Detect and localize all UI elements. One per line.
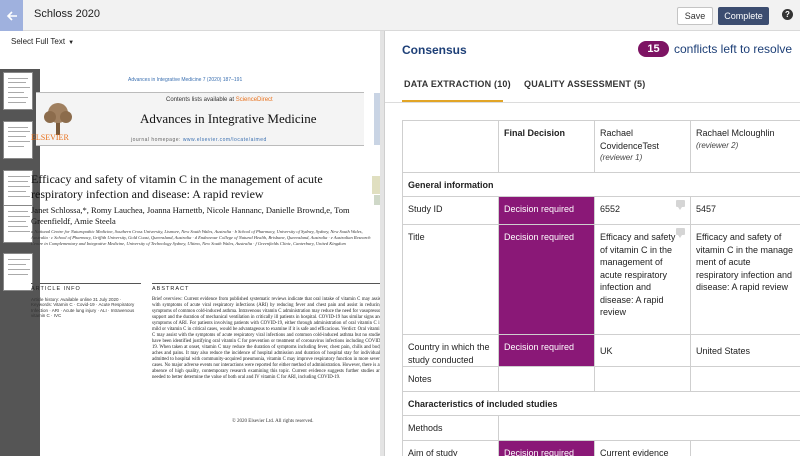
consensus-title: Consensus xyxy=(402,43,467,57)
notes-reviewer-1[interactable] xyxy=(595,367,691,392)
page-thumbnail-4[interactable] xyxy=(3,205,33,243)
title-reviewer-1[interactable]: Efficacy and safety of vitamin C in the … xyxy=(595,225,691,335)
title-label: Title xyxy=(403,225,499,335)
reviewer-1-header: Rachael CovidenceTest (reviewer 1) xyxy=(595,121,691,173)
section-row: Characteristics of included studies xyxy=(403,392,800,416)
reviewer-2-role: (reviewer 2) xyxy=(696,140,739,150)
tab-data-extraction[interactable]: DATA EXTRACTION (10) xyxy=(404,79,511,89)
reviewer-2-header: Rachael Mcloughlin (reviewer 2) xyxy=(691,121,800,173)
page-thumbnail-3[interactable] xyxy=(3,170,33,208)
page-thumbnail-2[interactable] xyxy=(3,121,33,159)
consensus-panel: Consensus 15 conflicts left to resolve D… xyxy=(385,31,800,456)
aim-reviewer-2[interactable] xyxy=(691,441,800,456)
country-reviewer-1[interactable]: UK xyxy=(595,335,691,367)
study-id-reviewer-1[interactable]: 6552 xyxy=(595,197,691,225)
country-decision[interactable]: Decision required xyxy=(499,335,595,367)
notes-decision[interactable] xyxy=(499,367,595,392)
tab-quality-assessment[interactable]: QUALITY ASSESSMENT (5) xyxy=(524,79,645,89)
review-app: Schloss 2020 Save Complete ? Select Full… xyxy=(0,0,800,456)
aim-reviewer-1[interactable]: Current evidence xyxy=(595,441,691,456)
country-label: Country in which the study conducted xyxy=(403,335,499,367)
general-information-heading: General information xyxy=(403,173,800,197)
table-row: Notes xyxy=(403,367,800,392)
table-row: Title Decision required Efficacy and saf… xyxy=(403,225,800,335)
help-icon[interactable]: ? xyxy=(782,9,793,20)
arrow-left-icon xyxy=(6,10,17,21)
comment-icon[interactable] xyxy=(676,200,685,210)
study-id-reviewer-2[interactable]: 5457 xyxy=(691,197,800,225)
characteristics-heading: Characteristics of included studies xyxy=(403,392,800,416)
comment-icon[interactable] xyxy=(676,228,685,238)
reviewer-1-name: Rachael CovidenceTest xyxy=(600,128,660,151)
top-bar: Schloss 2020 Save Complete ? xyxy=(0,0,800,31)
caret-down-icon: ▼ xyxy=(68,40,75,46)
methods-span xyxy=(499,416,800,441)
back-button[interactable] xyxy=(0,0,23,31)
study-id-decision[interactable]: Decision required xyxy=(499,197,595,225)
table-cell xyxy=(403,121,499,173)
methods-label: Methods xyxy=(403,416,499,441)
notes-label: Notes xyxy=(403,367,499,392)
consensus-table: Final Decision Rachael CovidenceTest (re… xyxy=(402,120,800,456)
section-row: General information xyxy=(403,173,800,197)
country-reviewer-2[interactable]: United States xyxy=(691,335,800,367)
select-full-text-label: Select Full Text xyxy=(11,37,66,46)
table-row: Aim of study Decision required Current e… xyxy=(403,441,800,456)
reviewer-1-role: (reviewer 1) xyxy=(600,153,643,162)
tabs-divider xyxy=(385,102,800,103)
select-full-text-dropdown[interactable]: Select Full Text ▼ xyxy=(11,37,74,46)
save-button[interactable]: Save xyxy=(677,7,713,25)
pdf-viewer: Select Full Text ▼ xyxy=(0,31,384,456)
title-reviewer-2[interactable]: Efficacy and safety of vitamin C in the … xyxy=(691,225,800,335)
aim-decision[interactable]: Decision required xyxy=(499,441,595,456)
table-row: Country in which the study conducted Dec… xyxy=(403,335,800,367)
notes-reviewer-2[interactable] xyxy=(691,367,800,392)
study-id-label: Study ID xyxy=(403,197,499,225)
page-thumbnail-strip xyxy=(0,69,40,456)
document-title: Schloss 2020 xyxy=(34,8,101,20)
table-row: Methods xyxy=(403,416,800,441)
reviewer-2-name: Rachael Mcloughlin xyxy=(696,128,775,138)
table-row: Study ID Decision required 6552 5457 xyxy=(403,197,800,225)
page-thumbnail-5[interactable] xyxy=(3,253,33,291)
study-id-reviewer-1-value: 6552 xyxy=(600,204,621,214)
complete-button[interactable]: Complete xyxy=(718,7,769,25)
conflicts-count-badge: 15 xyxy=(638,41,669,57)
aim-label: Aim of study xyxy=(403,441,499,456)
final-decision-header: Final Decision xyxy=(499,121,595,173)
page-thumbnail-1[interactable] xyxy=(3,72,33,110)
table-header-row: Final Decision Rachael CovidenceTest (re… xyxy=(403,121,800,173)
title-reviewer-1-value: Efficacy and safety of vitamin C in the … xyxy=(600,232,676,317)
conflicts-left-text: conflicts left to resolve xyxy=(674,42,793,56)
title-decision[interactable]: Decision required xyxy=(499,225,595,335)
